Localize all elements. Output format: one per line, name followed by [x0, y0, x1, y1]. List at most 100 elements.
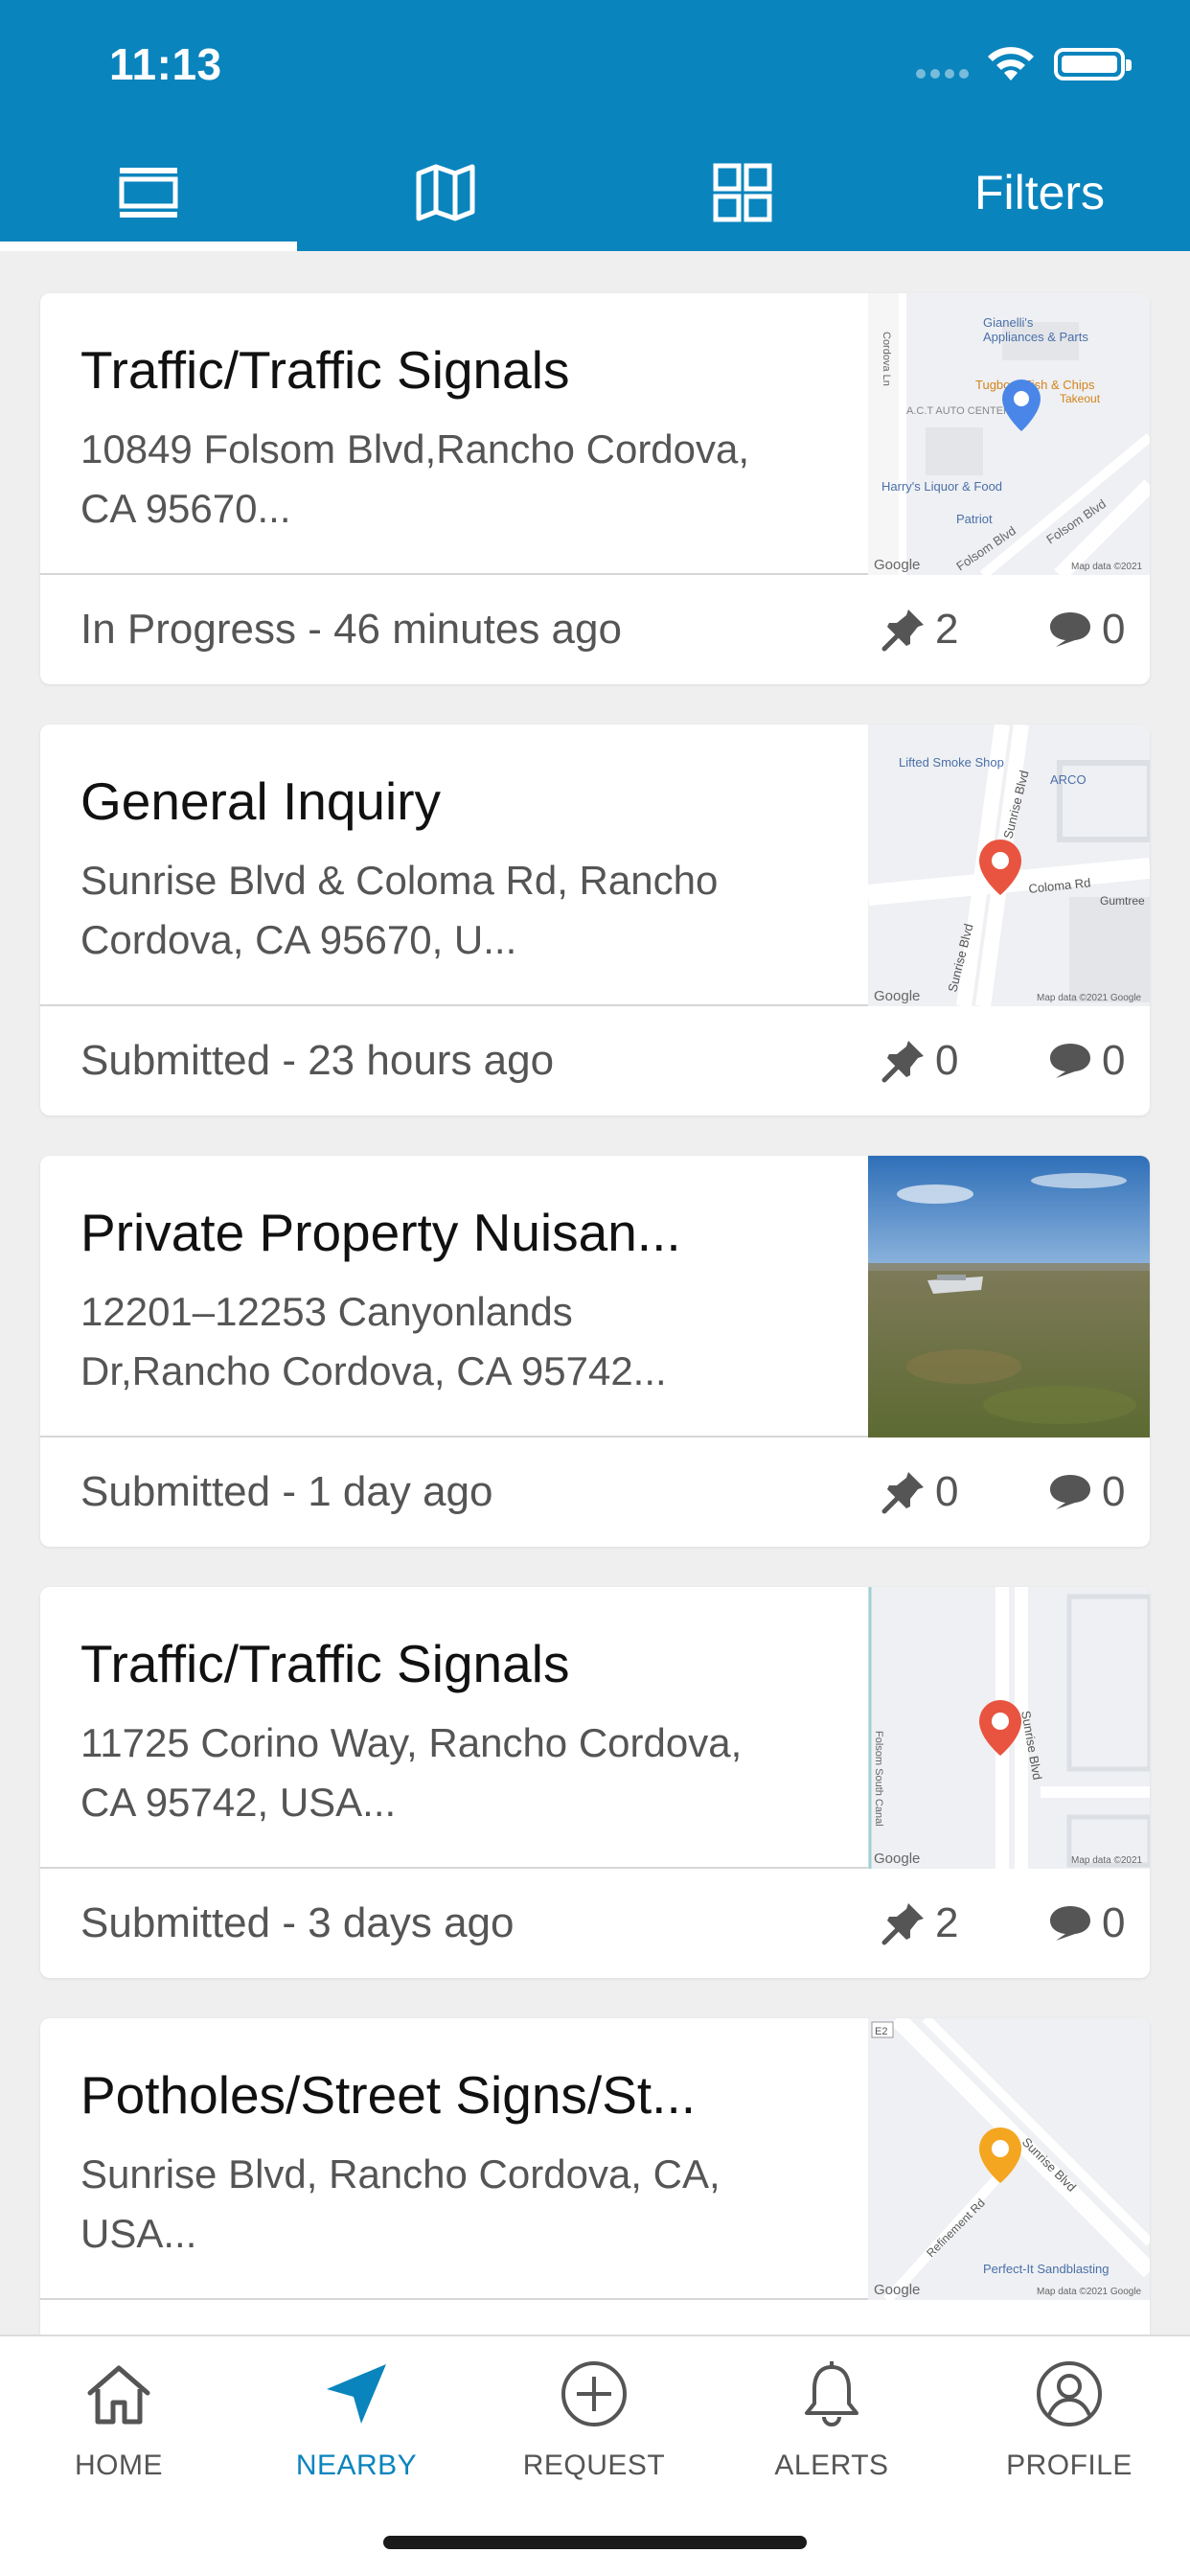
view-tabs: Filters: [0, 134, 1190, 251]
app-header: 11:13 Filters: [0, 0, 1190, 251]
map-label: Gumtree: [1100, 894, 1145, 908]
map-thumbnail: Gianelli's Appliances & Parts Tugboat Fi…: [868, 293, 1150, 575]
card-footer: In Progress - 46 minutes ago 2 0: [40, 577, 1150, 684]
request-card[interactable]: Private Property Nuisan... 12201–12253 C…: [40, 1156, 1150, 1547]
card-footer: Submitted - 3 days ago 2 0: [40, 1871, 1150, 1978]
map-label: Lifted Smoke Shop: [899, 755, 1004, 770]
card-title: Private Property Nuisan...: [80, 1203, 681, 1262]
tab-map-view[interactable]: [297, 134, 594, 251]
wifi-icon: [988, 47, 1034, 80]
map-label: E2: [875, 2026, 887, 2037]
home-icon: [87, 2365, 150, 2425]
map-label: Harry's Liquor & Food: [881, 479, 1002, 494]
card-status: Submitted - 23 hours ago: [80, 1037, 555, 1084]
status-bar: 11:13: [0, 0, 1190, 134]
card-address: Sunrise Blvd & Coloma Rd, Rancho Cordova…: [80, 858, 719, 962]
comment-count[interactable]: 0: [1048, 1037, 1125, 1085]
request-card[interactable]: Traffic/Traffic Signals 11725 Corino Way…: [40, 1587, 1150, 1978]
pin-count[interactable]: 2: [881, 1899, 958, 1947]
comment-count-value: 0: [1102, 606, 1126, 653]
filters-label: Filters: [973, 166, 1106, 219]
comment-icon: [1050, 1044, 1090, 1078]
card-title: General Inquiry: [80, 771, 442, 831]
map-label: Folsom South Canal: [873, 1731, 884, 1827]
add-circle-icon: [561, 2361, 627, 2426]
pushpin-icon: [881, 1041, 924, 1083]
requests-feed[interactable]: Traffic/Traffic Signals 10849 Folsom Blv…: [0, 251, 1190, 2334]
tab-nearby[interactable]: NEARBY: [238, 2356, 475, 2509]
battery-icon: [1054, 48, 1132, 80]
card-header: Traffic/Traffic Signals 11725 Corino Way…: [40, 1587, 1150, 1869]
map-label: A.C.T AUTO CENTER: [906, 405, 1011, 417]
comment-count[interactable]: 0: [1048, 606, 1125, 654]
photo-thumbnail: [868, 1156, 1150, 1438]
status-time: 11:13: [109, 39, 222, 89]
tab-nearby-label: NEARBY: [295, 2450, 418, 2481]
tab-home[interactable]: HOME: [0, 2356, 238, 2509]
map-label: Cordova Ln: [881, 332, 892, 386]
request-card[interactable]: General Inquiry Sunrise Blvd & Coloma Rd…: [40, 724, 1150, 1116]
card-address: 10849 Folsom Blvd,Rancho Cordova, CA 956…: [80, 426, 750, 531]
bell-icon: [805, 2361, 858, 2426]
pushpin-icon: [881, 1903, 924, 1945]
map-attribution: Map data ©2021 Google: [1037, 993, 1142, 1003]
card-header: Potholes/Street Signs/St... Sunrise Blvd…: [40, 2018, 1150, 2300]
map-attribution: Map data ©2021 Google: [1037, 2287, 1142, 2297]
map-label: ARCO: [1050, 772, 1087, 787]
tab-profile[interactable]: PROFILE: [950, 2356, 1188, 2509]
tab-alerts-label: ALERTS: [774, 2450, 889, 2481]
comment-icon: [1050, 1906, 1090, 1941]
tab-profile-label: PROFILE: [1006, 2450, 1133, 2481]
card-footer: Submitted - 23 hours ago 0 0: [40, 1008, 1150, 1116]
comment-count-value: 0: [1102, 1037, 1126, 1084]
card-title: Traffic/Traffic Signals: [80, 340, 570, 400]
tab-request[interactable]: REQUEST: [475, 2356, 713, 2509]
request-card[interactable]: Traffic/Traffic Signals 10849 Folsom Blv…: [40, 293, 1150, 684]
pin-count[interactable]: 0: [881, 1037, 958, 1085]
card-status: In Progress - 46 minutes ago: [80, 606, 622, 653]
map-attribution: Map data ©2021: [1071, 1855, 1143, 1866]
map-thumbnail: E2 Sunrise Blvd Refinement Rd Perfect-It…: [868, 2018, 1150, 2300]
cellular-signal-icon: [916, 69, 969, 79]
comment-count[interactable]: 0: [1048, 1468, 1125, 1516]
tab-alerts[interactable]: ALERTS: [713, 2356, 950, 2509]
location-arrow-icon: [327, 2364, 386, 2424]
map-thumbnail: Folsom South Canal Sunrise Blvd Google M…: [868, 1587, 1150, 1869]
card-address: 11725 Corino Way, Rancho Cordova, CA 957…: [80, 1720, 743, 1825]
map-label: Appliances & Parts: [983, 330, 1088, 344]
card-header: Traffic/Traffic Signals 10849 Folsom Blv…: [40, 293, 1150, 575]
comment-icon: [1050, 612, 1090, 647]
tab-grid-view[interactable]: [594, 134, 891, 251]
map-label: Takeout: [1060, 392, 1101, 405]
profile-icon: [1037, 2361, 1102, 2426]
card-title: Traffic/Traffic Signals: [80, 1634, 570, 1693]
card-address: Sunrise Blvd, Rancho Cordova, CA, USA...: [80, 2151, 721, 2256]
pushpin-icon: [881, 1472, 924, 1514]
tab-list-view[interactable]: [0, 134, 297, 251]
card-footer: Submitted - 1 day ago 0 0: [40, 1439, 1150, 1547]
pin-count-value: 0: [935, 1468, 959, 1515]
pin-count[interactable]: 2: [881, 606, 958, 654]
map-label: Perfect-It Sandblasting: [983, 2262, 1110, 2276]
tab-filters[interactable]: Filters: [891, 134, 1188, 251]
map-icon: [416, 164, 475, 221]
card-address: 12201–12253 Canyonlands Dr,Rancho Cordov…: [80, 1289, 667, 1393]
pin-count-value: 2: [935, 1899, 959, 1946]
comment-count-value: 0: [1102, 1468, 1126, 1515]
list-view-icon: [119, 168, 178, 218]
request-card[interactable]: Potholes/Street Signs/St... Sunrise Blvd…: [40, 2018, 1150, 2334]
pin-count-value: 0: [935, 1037, 959, 1084]
comment-count[interactable]: 0: [1048, 1899, 1125, 1947]
google-logo: Google: [874, 988, 920, 1004]
card-header: Private Property Nuisan... 12201–12253 C…: [40, 1156, 1150, 1438]
home-indicator[interactable]: [383, 2536, 807, 2549]
map-attribution: Map data ©2021: [1071, 562, 1143, 572]
google-logo: Google: [874, 2282, 920, 2298]
tab-home-label: HOME: [75, 2450, 163, 2481]
comment-count-value: 0: [1102, 1899, 1126, 1946]
map-thumbnail: Lifted Smoke Shop ARCO Coloma Rd Gumtree…: [868, 724, 1150, 1006]
google-logo: Google: [874, 557, 920, 573]
pin-count[interactable]: 0: [881, 1468, 958, 1516]
card-header: General Inquiry Sunrise Blvd & Coloma Rd…: [40, 724, 1150, 1006]
card-status: Submitted - 3 days ago: [80, 1899, 515, 1946]
